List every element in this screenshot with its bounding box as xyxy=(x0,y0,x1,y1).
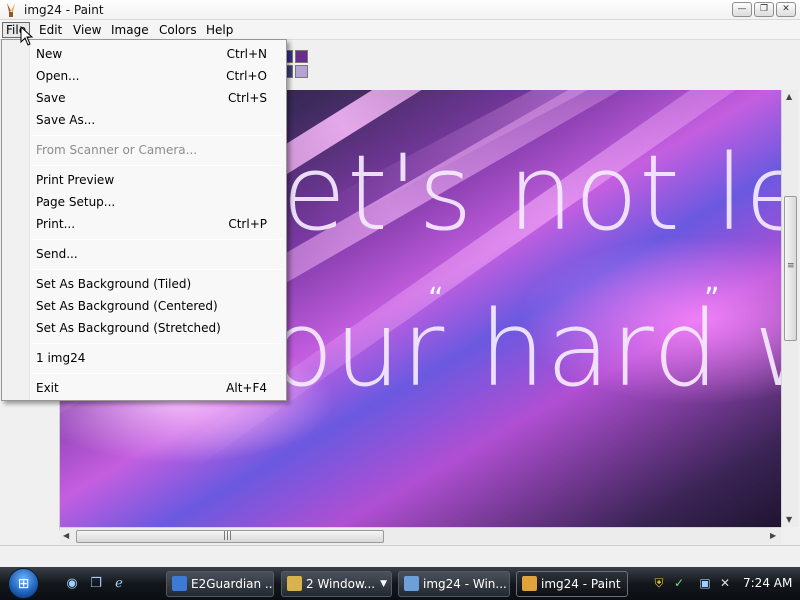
menu-view[interactable]: View xyxy=(69,22,105,38)
browser-icon xyxy=(172,576,187,591)
menu-item-label: Page Setup... xyxy=(36,195,116,209)
menu-item-label: Print... xyxy=(36,217,76,231)
palette-swatch[interactable] xyxy=(295,65,308,78)
network-icon[interactable]: ▣ xyxy=(697,575,713,591)
paint-app-icon xyxy=(522,576,537,591)
taskbar-button-label: img24 - Win... xyxy=(423,577,507,591)
mouse-cursor-icon xyxy=(20,26,34,46)
menu-item-label: New xyxy=(36,47,63,61)
taskbar-button-label: E2Guardian ... xyxy=(191,577,274,591)
start-button[interactable]: ⊞ xyxy=(8,568,39,599)
menu-separator xyxy=(32,135,282,136)
menu-item-shortcut: Ctrl+N xyxy=(226,47,267,61)
menu-item-save[interactable]: Save Ctrl+S xyxy=(36,88,281,108)
ie-globe-icon[interactable]: ◉ xyxy=(64,576,80,592)
menu-edit[interactable]: Edit xyxy=(35,22,66,38)
internet-explorer-icon[interactable]: ℯ xyxy=(111,576,127,592)
horizontal-scrollbar[interactable]: ◀ ||| ▶ xyxy=(60,527,781,544)
menu-item-print[interactable]: Print... Ctrl+P xyxy=(36,214,281,234)
taskbar-button-label: img24 - Paint xyxy=(541,577,621,591)
minimize-button[interactable]: — xyxy=(732,2,752,17)
menu-icon-gutter xyxy=(2,40,30,400)
system-tray: ⛨ ✓ ▣ ✕ 7:24 AM xyxy=(645,570,800,597)
menu-item-send[interactable]: Send... xyxy=(36,244,281,264)
menu-separator xyxy=(32,373,282,374)
menu-item-shortcut: Ctrl+P xyxy=(228,217,267,231)
menu-item-shortcut: Ctrl+O xyxy=(226,69,267,83)
menu-separator xyxy=(32,343,282,344)
menu-item-shortcut: Alt+F4 xyxy=(226,381,267,395)
menu-item-label: Send... xyxy=(36,247,78,261)
shield-warning-icon[interactable]: ⛨ xyxy=(651,575,667,591)
menu-item-exit[interactable]: Exit Alt+F4 xyxy=(36,378,281,398)
menu-colors[interactable]: Colors xyxy=(155,22,201,38)
menu-item-shortcut: Ctrl+S xyxy=(227,91,267,105)
taskbar-button-img24-paint[interactable]: img24 - Paint xyxy=(516,571,628,597)
menu-item-label: Set As Background (Centered) xyxy=(36,299,218,313)
menu-help[interactable]: Help xyxy=(202,22,237,38)
vertical-scroll-thumb[interactable]: ≡ xyxy=(784,196,797,341)
menu-separator xyxy=(32,165,282,166)
menu-item-print-preview[interactable]: Print Preview xyxy=(36,170,281,190)
taskbar: ⊞ ◉ ❐ ℯ E2Guardian ... 2 Window... ▼ img… xyxy=(0,567,800,600)
menu-separator xyxy=(32,239,282,240)
menu-item-new[interactable]: New Ctrl+N xyxy=(36,44,281,64)
taskbar-button-e2guardian[interactable]: E2Guardian ... xyxy=(166,571,274,597)
menu-item-open[interactable]: Open... Ctrl+O xyxy=(36,66,281,86)
menu-item-label: Print Preview xyxy=(36,173,115,187)
scroll-up-icon[interactable]: ▲ xyxy=(786,92,792,101)
taskbar-button-window-group[interactable]: 2 Window... ▼ xyxy=(281,571,392,597)
menu-item-save-as[interactable]: Save As... xyxy=(36,110,281,130)
menu-item-from-scanner: From Scanner or Camera... xyxy=(36,140,281,160)
status-bar xyxy=(0,545,800,567)
image-viewer-icon xyxy=(404,576,419,591)
palette-swatch[interactable] xyxy=(295,50,308,63)
vertical-scrollbar[interactable]: ▲ ≡ ▼ xyxy=(781,90,798,527)
menu-image[interactable]: Image xyxy=(107,22,153,38)
menu-item-recent-file[interactable]: 1 img24 xyxy=(36,348,281,368)
menu-item-page-setup[interactable]: Page Setup... xyxy=(36,192,281,212)
menu-item-label: Open... xyxy=(36,69,80,83)
switch-windows-icon[interactable]: ❐ xyxy=(88,576,104,592)
file-menu-dropdown: New Ctrl+N Open... Ctrl+O Save Ctrl+S Sa… xyxy=(1,39,287,401)
menu-item-bg-stretched[interactable]: Set As Background (Stretched) xyxy=(36,318,281,338)
restore-button[interactable]: ❐ xyxy=(754,2,774,17)
checkmark-icon[interactable]: ✓ xyxy=(671,575,687,591)
title-bar: img24 - Paint — ❐ ✕ xyxy=(0,0,800,20)
menu-item-label: Save As... xyxy=(36,113,96,127)
scroll-right-icon[interactable]: ▶ xyxy=(770,531,776,540)
scroll-down-icon[interactable]: ▼ xyxy=(786,515,792,524)
menu-separator xyxy=(32,269,282,270)
menu-item-bg-centered[interactable]: Set As Background (Centered) xyxy=(36,296,281,316)
menu-item-label: Set As Background (Stretched) xyxy=(36,321,221,335)
menu-bar: File Edit View Image Colors Help xyxy=(0,20,800,40)
canvas-text-line1: et's not le xyxy=(282,132,781,254)
menu-item-label: 1 img24 xyxy=(36,351,86,365)
grip-icon: ||| xyxy=(223,531,233,541)
speaker-muted-icon[interactable]: ✕ xyxy=(717,575,733,591)
menu-item-bg-tiled[interactable]: Set As Background (Tiled) xyxy=(36,274,281,294)
scroll-left-icon[interactable]: ◀ xyxy=(63,531,69,540)
paint-app-icon[interactable] xyxy=(4,2,18,18)
folder-icon xyxy=(287,576,302,591)
window-title: img24 - Paint xyxy=(24,3,104,17)
menu-item-label: Set As Background (Tiled) xyxy=(36,277,192,291)
taskbar-button-img24-win[interactable]: img24 - Win... xyxy=(398,571,510,597)
grip-icon: ≡ xyxy=(787,261,795,271)
taskbar-button-label: 2 Window... xyxy=(306,577,376,591)
menu-item-label: From Scanner or Camera... xyxy=(36,143,198,157)
close-button[interactable]: ✕ xyxy=(776,2,796,17)
canvas-text-line2: our hard w xyxy=(270,288,781,410)
menu-item-label: Exit xyxy=(36,381,59,395)
chevron-down-icon: ▼ xyxy=(380,579,387,589)
clock[interactable]: 7:24 AM xyxy=(743,576,792,590)
menu-item-label: Save xyxy=(36,91,66,105)
horizontal-scroll-thumb[interactable]: ||| xyxy=(76,530,384,543)
